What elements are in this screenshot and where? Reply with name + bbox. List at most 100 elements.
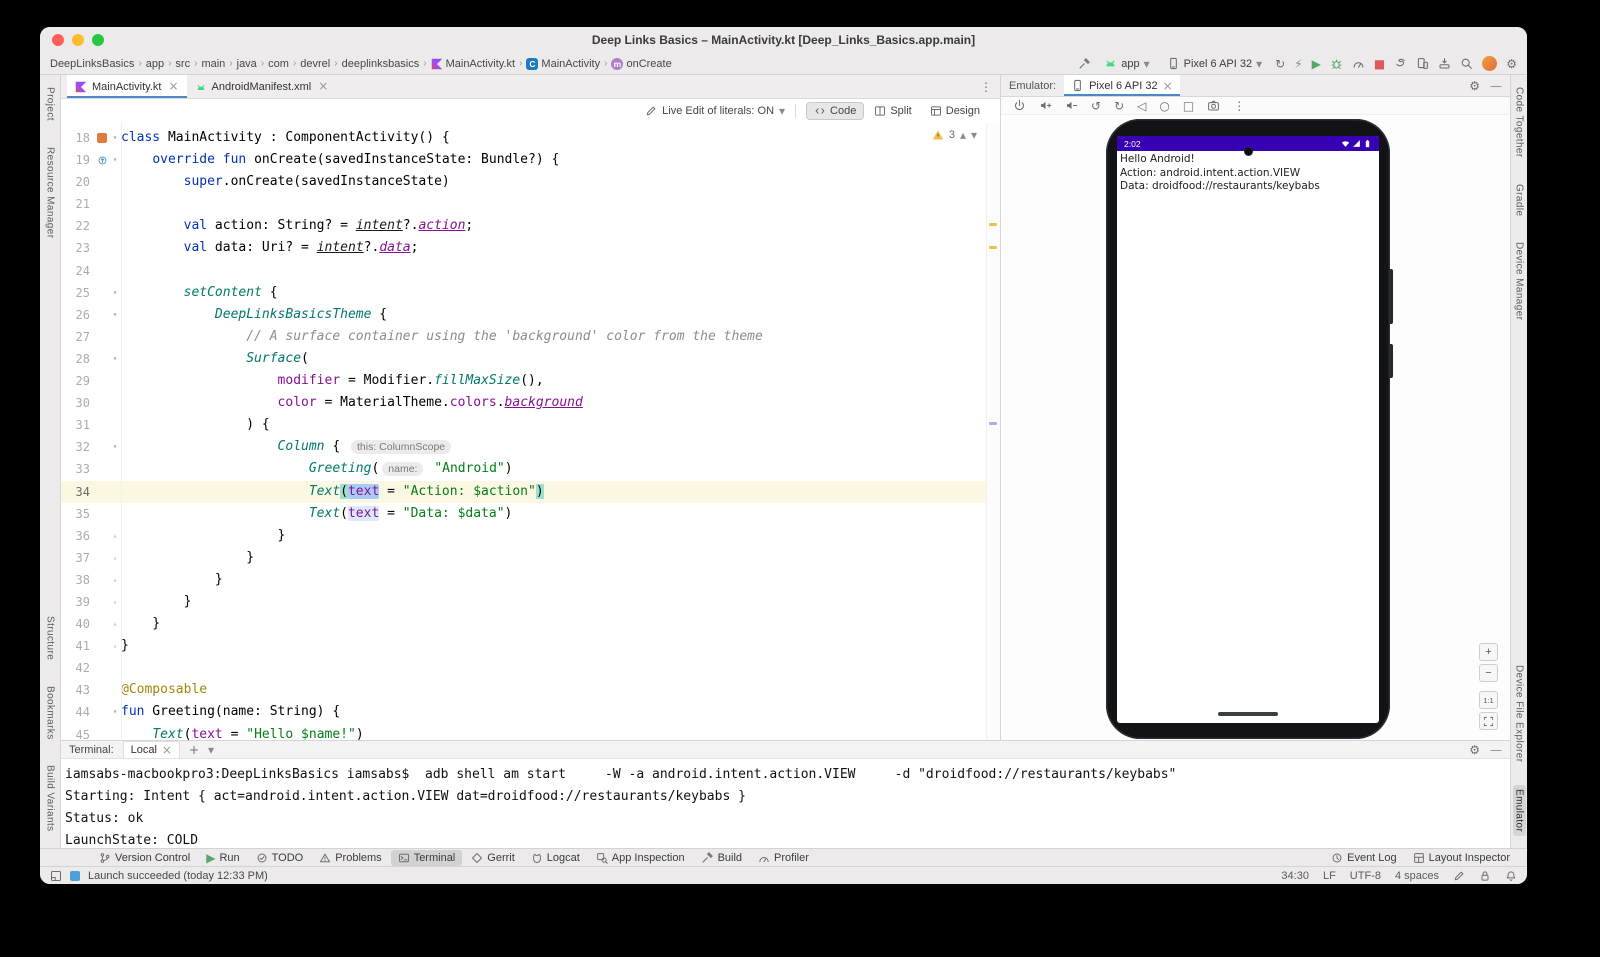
status-widget[interactable]: UTF-8 xyxy=(1350,870,1381,882)
back-icon[interactable]: ◁ xyxy=(1137,100,1146,112)
code-line[interactable]: 30 color = MaterialTheme.colors.backgrou… xyxy=(61,392,1000,414)
tool-stripe-item-emulator[interactable]: Emulator xyxy=(1513,785,1526,836)
tool-window-button-problems[interactable]: Problems xyxy=(312,850,388,866)
line-number[interactable]: 39 xyxy=(61,591,95,613)
status-widget[interactable]: 34:30 xyxy=(1281,870,1309,882)
tool-window-button-run[interactable]: ▶Run xyxy=(199,850,246,866)
code-line[interactable]: 42 xyxy=(61,657,1000,679)
zoom-window-button[interactable] xyxy=(92,34,104,46)
search-icon[interactable] xyxy=(1460,57,1473,70)
code-line[interactable]: 33 Greeting(name: "Android") xyxy=(61,458,1000,480)
line-number[interactable]: 24 xyxy=(61,260,95,282)
run-icon[interactable]: ▶ xyxy=(1312,58,1321,70)
line-number[interactable]: 25 xyxy=(61,282,95,304)
code-line[interactable]: 28▾ Surface( xyxy=(61,348,1000,370)
pencil-icon[interactable] xyxy=(1453,870,1465,882)
code-line[interactable]: 18▾class MainActivity : ComponentActivit… xyxy=(61,127,1000,149)
code-line[interactable]: 26▾ DeepLinksBasicsTheme { xyxy=(61,304,1000,326)
editor-tab[interactable]: AndroidManifest.xml× xyxy=(187,75,337,98)
inspections-widget[interactable]: 3 ▴ ▾ xyxy=(927,128,982,142)
stop-icon[interactable]: ■ xyxy=(1374,58,1385,70)
volume-down-icon[interactable] xyxy=(1065,99,1078,112)
zoom-reset-button[interactable]: 1:1 xyxy=(1479,691,1498,709)
hide-panel-icon[interactable]: — xyxy=(1490,744,1502,756)
view-mode-code[interactable]: Code xyxy=(806,102,864,120)
code-line[interactable]: 39▴ } xyxy=(61,591,1000,613)
terminal-settings-icon[interactable]: ⚙ xyxy=(1469,744,1480,756)
fold-icon[interactable]: ▾ xyxy=(109,149,121,171)
tool-window-button-terminal[interactable]: Terminal xyxy=(391,850,463,866)
line-number[interactable]: 36 xyxy=(61,525,95,547)
code-line[interactable]: 24 xyxy=(61,260,1000,282)
rotate-left-icon[interactable]: ↺ xyxy=(1091,100,1101,112)
code-line[interactable]: 21 xyxy=(61,193,1000,215)
line-number[interactable]: 42 xyxy=(61,657,95,679)
code-line[interactable]: 22 val action: String? = intent?.action; xyxy=(61,215,1000,237)
code-area[interactable]: 18▾class MainActivity : ComponentActivit… xyxy=(61,123,1000,740)
apply-changes-icon[interactable]: ⚡ xyxy=(1294,58,1302,70)
hide-panel-icon[interactable]: — xyxy=(1490,80,1502,92)
code-line[interactable]: 35 Text(text = "Data: $data") xyxy=(61,503,1000,525)
line-number[interactable]: 34 xyxy=(61,481,95,503)
terminal-options-icon[interactable]: ▾ xyxy=(208,744,214,756)
tab-close-icon[interactable]: × xyxy=(1163,80,1173,92)
line-number[interactable]: 21 xyxy=(61,193,95,215)
fold-icon[interactable]: ▾ xyxy=(109,304,121,326)
tool-window-button-app-inspection[interactable]: App Inspection xyxy=(589,850,692,866)
editor-options-icon[interactable]: ⋮ xyxy=(972,81,1000,93)
tool-windows-icon[interactable] xyxy=(50,870,62,882)
tool-stripe-item-device-manager[interactable]: Device Manager xyxy=(1513,238,1526,324)
scroll-mark-warning[interactable] xyxy=(989,246,997,249)
tab-close-icon[interactable]: × xyxy=(168,80,178,93)
build-icon[interactable] xyxy=(1078,57,1091,70)
status-widget[interactable]: LF xyxy=(1323,870,1336,882)
tab-close-icon[interactable]: × xyxy=(162,744,172,756)
bell-icon[interactable] xyxy=(1505,870,1517,882)
fold-icon[interactable]: ▴ xyxy=(109,613,121,635)
tool-window-button-layout-inspector[interactable]: Layout Inspector xyxy=(1406,850,1517,866)
line-number[interactable]: 26 xyxy=(61,304,95,326)
line-number[interactable]: 32 xyxy=(61,436,95,458)
scroll-mark-warning[interactable] xyxy=(989,223,997,226)
code-line[interactable]: 34 Text(text = "Action: $action") xyxy=(61,481,1000,503)
new-terminal-icon[interactable]: + xyxy=(189,744,199,756)
code-line[interactable]: 43@Composable xyxy=(61,679,1000,701)
line-number[interactable]: 37 xyxy=(61,547,95,569)
fold-icon[interactable]: ▴ xyxy=(109,569,121,591)
minimize-window-button[interactable] xyxy=(72,34,84,46)
gradle-icon[interactable] xyxy=(1394,57,1407,70)
emulator-screen[interactable]: 2:02 Hello Android!Action: android.inten… xyxy=(1117,136,1379,723)
code-line[interactable]: 40▴ } xyxy=(61,613,1000,635)
tool-window-button-gerrit[interactable]: Gerrit xyxy=(464,850,522,866)
fold-icon[interactable]: ▾ xyxy=(109,127,121,149)
fold-icon[interactable]: ▴ xyxy=(109,635,121,657)
line-number[interactable]: 30 xyxy=(61,392,95,414)
fold-icon[interactable]: ▾ xyxy=(109,701,121,723)
code-line[interactable]: 27 // A surface container using the 'bac… xyxy=(61,326,1000,348)
code-line[interactable]: 36▴ } xyxy=(61,525,1000,547)
sdk-manager-icon[interactable] xyxy=(1438,57,1451,70)
tool-stripe-item-gradle[interactable]: Gradle xyxy=(1513,180,1526,220)
code-line[interactable]: 31 ) { xyxy=(61,414,1000,436)
previous-warning-icon[interactable]: ▴ xyxy=(960,129,966,141)
emulator-settings-icon[interactable]: ⚙ xyxy=(1469,80,1480,92)
editor-tab[interactable]: MainActivity.kt× xyxy=(67,75,187,98)
breadcrumb-item[interactable]: DeepLinksBasics xyxy=(50,58,134,70)
home-icon[interactable]: ○ xyxy=(1159,100,1169,112)
run-configuration-selector[interactable]: app ▾ xyxy=(1100,56,1153,71)
code-line[interactable]: 44▾fun Greeting(name: String) { xyxy=(61,701,1000,723)
breadcrumb-item[interactable]: java xyxy=(237,58,257,70)
fit-to-window-button[interactable] xyxy=(1479,712,1498,730)
rotate-right-icon[interactable]: ↻ xyxy=(1114,100,1124,112)
power-icon[interactable] xyxy=(1013,99,1026,112)
tool-window-button-version-control[interactable]: Version Control xyxy=(92,850,197,866)
breadcrumb-item[interactable]: devrel xyxy=(300,58,330,70)
overview-icon[interactable]: □ xyxy=(1183,100,1194,112)
breadcrumb-item[interactable]: app xyxy=(146,58,164,70)
close-window-button[interactable] xyxy=(52,34,64,46)
avatar-icon[interactable] xyxy=(1482,56,1497,71)
tool-stripe-item-build-variants[interactable]: Build Variants xyxy=(44,761,57,836)
code-line[interactable]: 20 super.onCreate(savedInstanceState) xyxy=(61,171,1000,193)
line-number[interactable]: 19 xyxy=(61,149,95,171)
line-number[interactable]: 41 xyxy=(61,635,95,657)
